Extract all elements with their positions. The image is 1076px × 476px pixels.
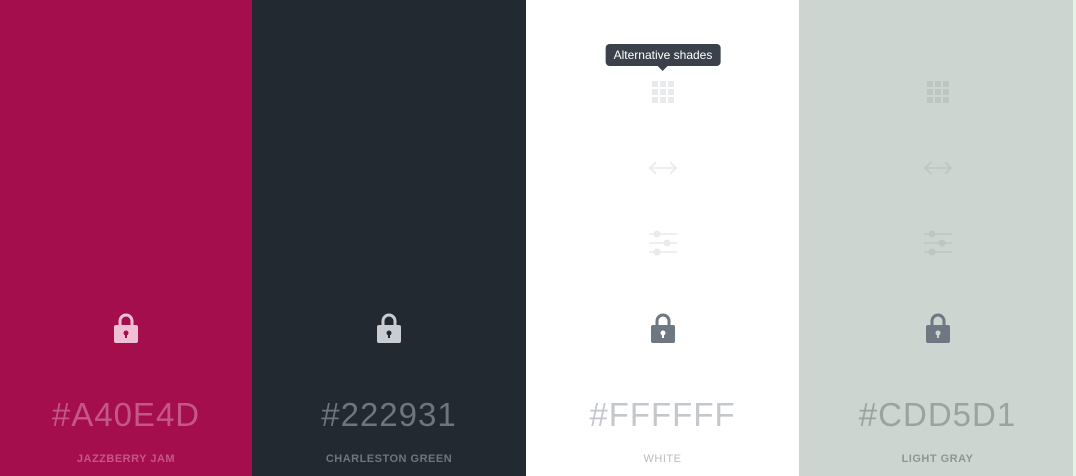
swatch-white[interactable]: Alternative shades #FFFFFF WHITE [526,0,799,476]
lock-button[interactable] [109,311,143,345]
lock-icon [650,313,675,343]
alternative-shades-button[interactable] [921,75,955,109]
hex-code[interactable]: #FFFFFF [526,395,799,435]
color-name[interactable]: JAZZBERRY JAM [0,452,252,466]
grid-icon [651,81,674,103]
color-name[interactable]: WHITE [526,452,799,466]
adjust-button[interactable] [921,226,955,260]
lock-icon [925,313,950,343]
alternative-shades-button[interactable] [646,75,680,109]
drag-button[interactable] [646,151,680,185]
color-name[interactable]: LIGHT GRAY [799,452,1076,466]
lock-icon [377,313,401,343]
sliders-icon [648,230,677,256]
lock-button[interactable] [646,311,680,345]
tooltip: Alternative shades [605,44,721,71]
grid-icon [926,81,949,103]
hex-code[interactable]: #A40E4D [0,395,252,435]
lock-button[interactable] [921,311,955,345]
swatch-light-gray[interactable]: #CDD5D1 LIGHT GRAY [799,0,1076,476]
swatch-charleston-green[interactable]: #222931 CHARLESTON GREEN [252,0,526,476]
sliders-icon [923,230,952,256]
arrows-horizontal-icon [648,161,677,175]
arrows-horizontal-icon [923,161,952,175]
lock-icon [114,313,138,343]
color-name[interactable]: CHARLESTON GREEN [252,452,526,466]
hex-code[interactable]: #222931 [252,395,526,435]
adjust-button[interactable] [646,226,680,260]
lock-button[interactable] [372,311,406,345]
drag-button[interactable] [921,151,955,185]
palette: #A40E4D JAZZBERRY JAM #222931 CHARLESTON… [0,0,1076,476]
hex-code[interactable]: #CDD5D1 [799,395,1076,435]
swatch-jazzberry-jam[interactable]: #A40E4D JAZZBERRY JAM [0,0,252,476]
